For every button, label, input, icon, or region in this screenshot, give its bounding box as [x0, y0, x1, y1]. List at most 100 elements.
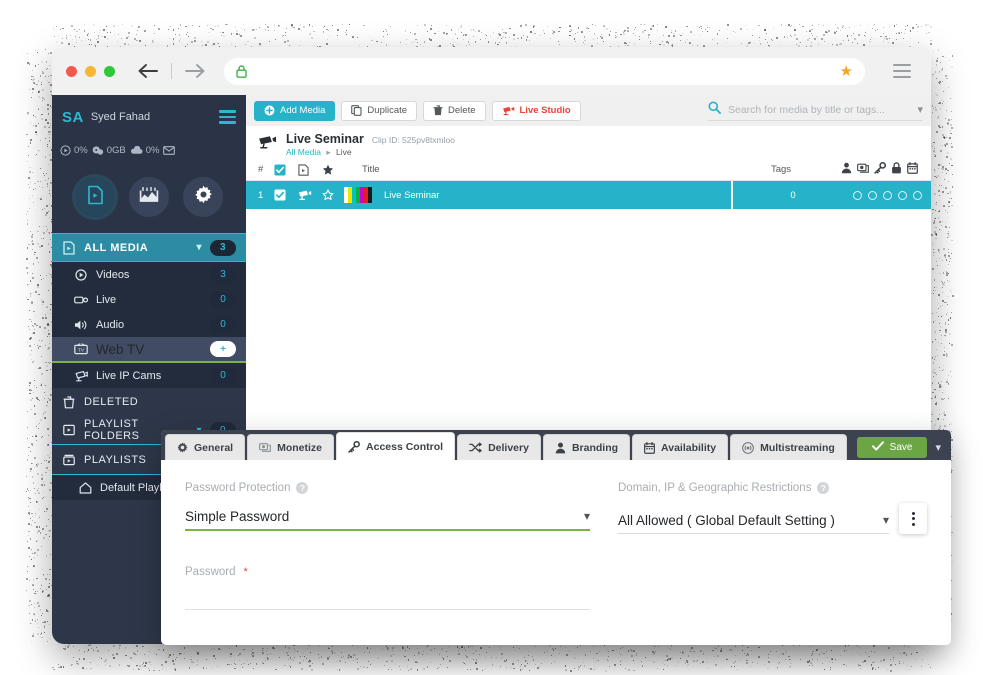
calendar-icon[interactable] — [907, 162, 918, 177]
row-thumbnail[interactable] — [344, 187, 378, 203]
person-icon[interactable] — [841, 162, 852, 177]
button-label: Delete — [448, 105, 475, 116]
select-value: Simple Password — [185, 509, 584, 524]
help-icon[interactable]: ? — [817, 482, 829, 494]
sidebar-item-add-button[interactable]: + — [210, 341, 236, 357]
column-header-favorite-icon[interactable] — [322, 164, 362, 176]
clip-title: Live Seminar — [286, 132, 364, 146]
window-controls[interactable] — [66, 66, 115, 77]
field-label-text: Password Protection — [185, 482, 290, 494]
duplicate-button[interactable]: Duplicate — [341, 101, 417, 121]
circle-outline-icon[interactable] — [868, 191, 877, 200]
circle-outline-icon[interactable] — [913, 191, 922, 200]
chevron-down-icon[interactable]: ▾ — [917, 103, 923, 116]
close-window-button[interactable] — [66, 66, 77, 77]
bookmark-star-icon[interactable]: ★ — [840, 64, 853, 79]
stat-value: 0% — [74, 145, 88, 156]
search-bar[interactable]: Search for media by title or tags... ▾ — [708, 100, 923, 121]
column-header-status-icons — [841, 162, 919, 177]
help-icon[interactable]: ? — [296, 482, 308, 494]
table-row[interactable]: 1 Live Seminar 0 — [246, 181, 931, 209]
field-label: Domain, IP & Geographic Restrictions ? — [618, 482, 927, 494]
password-input[interactable] — [185, 587, 590, 610]
chevron-down-icon[interactable]: ▾ — [883, 513, 889, 527]
password-field: Password * — [185, 566, 590, 610]
cloud-icon — [130, 146, 143, 155]
sidebar-item-live[interactable]: Live 0 — [52, 287, 246, 312]
svg-text:TV: TV — [78, 347, 85, 352]
key-icon[interactable] — [874, 162, 886, 177]
back-arrow-icon[interactable] — [133, 56, 163, 86]
usage-stats-bar: 0% 0GB 0% — [52, 139, 246, 161]
settings-mode-button[interactable] — [183, 177, 223, 217]
row-checkbox[interactable] — [274, 189, 298, 201]
kebab-menu-icon[interactable] — [899, 503, 927, 534]
trash-icon — [433, 105, 443, 116]
sidebar-user-header[interactable]: SA Syed Fahad — [52, 95, 246, 139]
circle-outline-icon[interactable] — [853, 191, 862, 200]
search-input[interactable]: Search for media by title or tags... — [728, 104, 910, 116]
lock-icon[interactable] — [891, 162, 902, 177]
settings-panel: General Monetize Access Control Delivery — [161, 430, 951, 645]
restrictions-select[interactable]: All Allowed ( Global Default Setting ) ▾ — [618, 507, 889, 534]
sidebar-menu-icon[interactable] — [219, 110, 236, 124]
delete-button[interactable]: Delete — [423, 101, 485, 121]
chevron-down-icon[interactable]: ▾ — [935, 441, 941, 454]
column-header-title[interactable]: Title — [362, 164, 721, 175]
color-bars-thumbnail — [344, 187, 372, 203]
row-status-icons — [853, 191, 931, 200]
tab-label: Multistreaming — [760, 442, 835, 454]
circle-outline-icon[interactable] — [883, 191, 892, 200]
nav-divider — [171, 63, 172, 79]
chevron-down-icon[interactable]: ▾ — [584, 509, 590, 523]
analytics-mode-button[interactable] — [129, 177, 169, 217]
live-studio-button[interactable]: Live Studio — [492, 101, 581, 121]
avatar-initials: SA — [62, 109, 84, 126]
tab-general[interactable]: General — [165, 434, 245, 460]
shuffle-icon — [469, 442, 482, 453]
minimize-window-button[interactable] — [85, 66, 96, 77]
sidebar-item-videos[interactable]: Videos 3 — [52, 262, 246, 287]
column-header-type-icon[interactable] — [298, 164, 322, 176]
monetize-icon[interactable] — [857, 162, 869, 177]
browser-chrome: ★ — [52, 47, 931, 95]
save-button[interactable]: Save — [857, 437, 928, 458]
circle-outline-icon[interactable] — [898, 191, 907, 200]
restrictions-row: All Allowed ( Global Default Setting ) ▾ — [618, 503, 927, 534]
url-bar[interactable]: ★ — [224, 58, 865, 85]
tab-label: Monetize — [277, 442, 322, 454]
table-header-row: # Title Tags — [246, 159, 931, 181]
browser-menu-icon[interactable] — [887, 56, 917, 86]
select-value: All Allowed ( Global Default Setting ) — [618, 513, 883, 528]
sidebar-item-live-ip-cams[interactable]: Live IP Cams 0 — [52, 363, 246, 388]
sidebar-item-web-tv[interactable]: TV Web TV + — [52, 337, 246, 363]
column-header-tags[interactable]: Tags — [721, 164, 841, 175]
forward-arrow-icon[interactable] — [180, 56, 210, 86]
sidebar-item-deleted[interactable]: DELETED — [52, 388, 246, 416]
password-protection-select[interactable]: Simple Password ▾ — [185, 503, 590, 531]
speaker-icon — [74, 319, 88, 331]
maximize-window-button[interactable] — [104, 66, 115, 77]
media-mode-button[interactable] — [75, 177, 115, 217]
gear-icon — [194, 185, 213, 209]
lock-icon — [236, 65, 247, 78]
select-all-checkbox[interactable] — [274, 164, 298, 176]
tab-multistreaming[interactable]: Multistreaming — [730, 434, 847, 460]
row-favorite-icon[interactable] — [322, 189, 344, 201]
play-circle-icon — [60, 145, 71, 156]
button-label: Duplicate — [367, 105, 407, 116]
breadcrumb-root[interactable]: All Media — [286, 147, 321, 157]
bandwidth-icon — [92, 145, 104, 156]
row-number: 1 — [246, 190, 274, 201]
playlist-icon — [62, 454, 76, 466]
tab-access-control[interactable]: Access Control — [336, 432, 455, 460]
tab-availability[interactable]: Availability — [632, 434, 728, 460]
tab-branding[interactable]: Branding — [543, 434, 630, 460]
tab-delivery[interactable]: Delivery — [457, 434, 541, 460]
tab-monetize[interactable]: Monetize — [247, 434, 334, 460]
chevron-down-icon[interactable]: ▾ — [196, 242, 202, 253]
sidebar-item-count: 3 — [210, 267, 236, 283]
sidebar-item-audio[interactable]: Audio 0 — [52, 312, 246, 337]
add-media-button[interactable]: Add Media — [254, 101, 335, 121]
sidebar-item-all-media[interactable]: ALL MEDIA ▾ 3 — [52, 233, 246, 262]
